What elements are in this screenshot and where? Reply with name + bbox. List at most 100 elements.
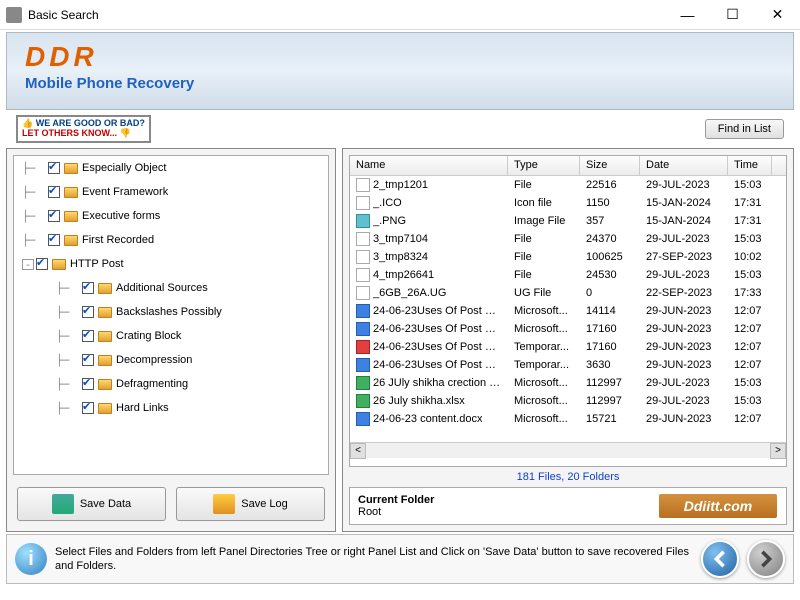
table-row[interactable]: _.PNGImage File35715-JAN-202417:31 xyxy=(350,212,786,230)
tree-label: Backslashes Possibly xyxy=(116,306,222,318)
file-time: 15:03 xyxy=(728,179,772,191)
status-line: 181 Files, 20 Folders xyxy=(343,469,793,485)
col-name[interactable]: Name xyxy=(350,156,508,175)
tree-checkbox[interactable] xyxy=(48,162,60,174)
file-size: 357 xyxy=(580,215,640,227)
find-in-list-button[interactable]: Find in List xyxy=(705,119,784,139)
col-date[interactable]: Date xyxy=(640,156,728,175)
tree-item[interactable]: ├─Event Framework xyxy=(14,180,328,204)
file-date: 27-SEP-2023 xyxy=(640,251,728,263)
logo-text: DDR xyxy=(25,41,775,73)
file-icon xyxy=(356,340,370,354)
right-panel: Name Type Size Date Time 2_tmp1201File22… xyxy=(342,148,794,532)
file-time: 12:07 xyxy=(728,359,772,371)
file-type: File xyxy=(508,251,580,263)
save-log-icon xyxy=(213,494,235,514)
file-date: 15-JAN-2024 xyxy=(640,197,728,209)
tree-item[interactable]: ├─Especially Object xyxy=(14,156,328,180)
table-row[interactable]: 2_tmp1201 File2251629-JUL-202315:03 xyxy=(350,176,786,194)
folder-icon xyxy=(98,283,112,294)
scroll-right-icon[interactable]: > xyxy=(770,443,786,459)
file-icon xyxy=(356,196,370,210)
tree-checkbox[interactable] xyxy=(36,258,48,270)
col-type[interactable]: Type xyxy=(508,156,580,175)
tree-checkbox[interactable] xyxy=(82,330,94,342)
scroll-left-icon[interactable]: < xyxy=(350,443,366,459)
table-row[interactable]: 4_tmp26641File2453029-JUL-202315:03 xyxy=(350,266,786,284)
file-time: 12:07 xyxy=(728,305,772,317)
tree-item[interactable]: ├─Crating Block xyxy=(14,324,328,348)
tree-label: First Recorded xyxy=(82,234,154,246)
file-date: 29-JUN-2023 xyxy=(640,341,728,353)
site-badge[interactable]: Ddiitt.com xyxy=(658,493,778,519)
tree-item[interactable]: ├─Backslashes Possibly xyxy=(14,300,328,324)
tree-label: Hard Links xyxy=(116,402,169,414)
table-row[interactable]: 24-06-23Uses Of Post Of..Temporar...3630… xyxy=(350,356,786,374)
file-name: 24-06-23Uses Of Post Of.. xyxy=(373,305,502,317)
tree-checkbox[interactable] xyxy=(82,402,94,414)
file-icon xyxy=(356,412,370,426)
file-name: 24-06-23Uses Of Post Of.. xyxy=(373,323,502,335)
review-button[interactable]: 👍 WE ARE GOOD OR BAD? LET OTHERS KNOW...… xyxy=(16,115,151,143)
table-row[interactable]: 3_tmp7104File2437029-JUL-202315:03 xyxy=(350,230,786,248)
folder-tree[interactable]: ├─Especially Object├─Event Framework├─Ex… xyxy=(13,155,329,475)
tree-checkbox[interactable] xyxy=(48,186,60,198)
minimize-button[interactable]: — xyxy=(665,0,710,29)
col-size[interactable]: Size xyxy=(580,156,640,175)
main-area: ├─Especially Object├─Event Framework├─Ex… xyxy=(6,148,794,532)
file-name: 2_tmp1201 xyxy=(373,179,428,191)
table-body[interactable]: 2_tmp1201File2251629-JUL-202315:03_.ICOI… xyxy=(350,176,786,442)
folder-icon xyxy=(64,163,78,174)
tree-label: Additional Sources xyxy=(116,282,208,294)
table-row[interactable]: 24-06-23Uses Of Post Of..Microsoft...171… xyxy=(350,320,786,338)
tree-checkbox[interactable] xyxy=(82,354,94,366)
table-row[interactable]: 3_tmp8324File10062527-SEP-202310:02 xyxy=(350,248,786,266)
file-name: 26 July shikha.xlsx xyxy=(373,395,465,407)
file-date: 29-JUL-2023 xyxy=(640,395,728,407)
prev-button[interactable] xyxy=(701,540,739,578)
tree-item[interactable]: ├─Decompression xyxy=(14,348,328,372)
tree-checkbox[interactable] xyxy=(82,282,94,294)
file-date: 29-JUL-2023 xyxy=(640,179,728,191)
file-size: 22516 xyxy=(580,179,640,191)
file-type: Temporar... xyxy=(508,341,580,353)
tree-item[interactable]: ├─Additional Sources xyxy=(14,276,328,300)
file-time: 15:03 xyxy=(728,233,772,245)
tree-checkbox[interactable] xyxy=(48,210,60,222)
save-data-button[interactable]: Save Data xyxy=(17,487,166,521)
maximize-button[interactable]: ☐ xyxy=(710,0,755,29)
file-size: 17160 xyxy=(580,341,640,353)
next-button[interactable] xyxy=(747,540,785,578)
tree-checkbox[interactable] xyxy=(48,234,60,246)
table-row[interactable]: _6GB_26A.UGUG File022-SEP-202317:33 xyxy=(350,284,786,302)
file-name: _.ICO xyxy=(373,197,402,209)
table-row[interactable]: 24-06-23 content.docxMicrosoft...1572129… xyxy=(350,410,786,428)
table-row[interactable]: 26 JUly shikha crection fil..Microsoft..… xyxy=(350,374,786,392)
file-type: File xyxy=(508,179,580,191)
tree-item[interactable]: ├─Defragmenting xyxy=(14,372,328,396)
tree-item[interactable]: ├─Hard Links xyxy=(14,396,328,420)
file-type: Microsoft... xyxy=(508,305,580,317)
tree-collapse-icon[interactable]: - xyxy=(22,259,34,270)
tree-checkbox[interactable] xyxy=(82,306,94,318)
horizontal-scrollbar[interactable]: < > xyxy=(350,442,786,458)
tree-checkbox[interactable] xyxy=(82,378,94,390)
file-size: 24370 xyxy=(580,233,640,245)
tree-item[interactable]: -HTTP Post xyxy=(14,252,328,276)
tree-item[interactable]: ├─Executive forms xyxy=(14,204,328,228)
table-row[interactable]: 26 July shikha.xlsxMicrosoft...11299729-… xyxy=(350,392,786,410)
file-size: 1150 xyxy=(580,197,640,209)
close-button[interactable]: ✕ xyxy=(755,0,800,29)
col-time[interactable]: Time xyxy=(728,156,772,175)
file-name: _.PNG xyxy=(373,215,406,227)
file-size: 15721 xyxy=(580,413,640,425)
save-log-button[interactable]: Save Log xyxy=(176,487,325,521)
table-row[interactable]: _.ICOIcon file115015-JAN-202417:31 xyxy=(350,194,786,212)
chevron-left-icon xyxy=(711,550,729,568)
file-type: Icon file xyxy=(508,197,580,209)
file-icon xyxy=(356,394,370,408)
table-row[interactable]: 24-06-23Uses Of Post Of..Microsoft...141… xyxy=(350,302,786,320)
folder-icon xyxy=(98,355,112,366)
tree-item[interactable]: ├─First Recorded xyxy=(14,228,328,252)
table-row[interactable]: 24-06-23Uses Of Post Of..Temporar...1716… xyxy=(350,338,786,356)
